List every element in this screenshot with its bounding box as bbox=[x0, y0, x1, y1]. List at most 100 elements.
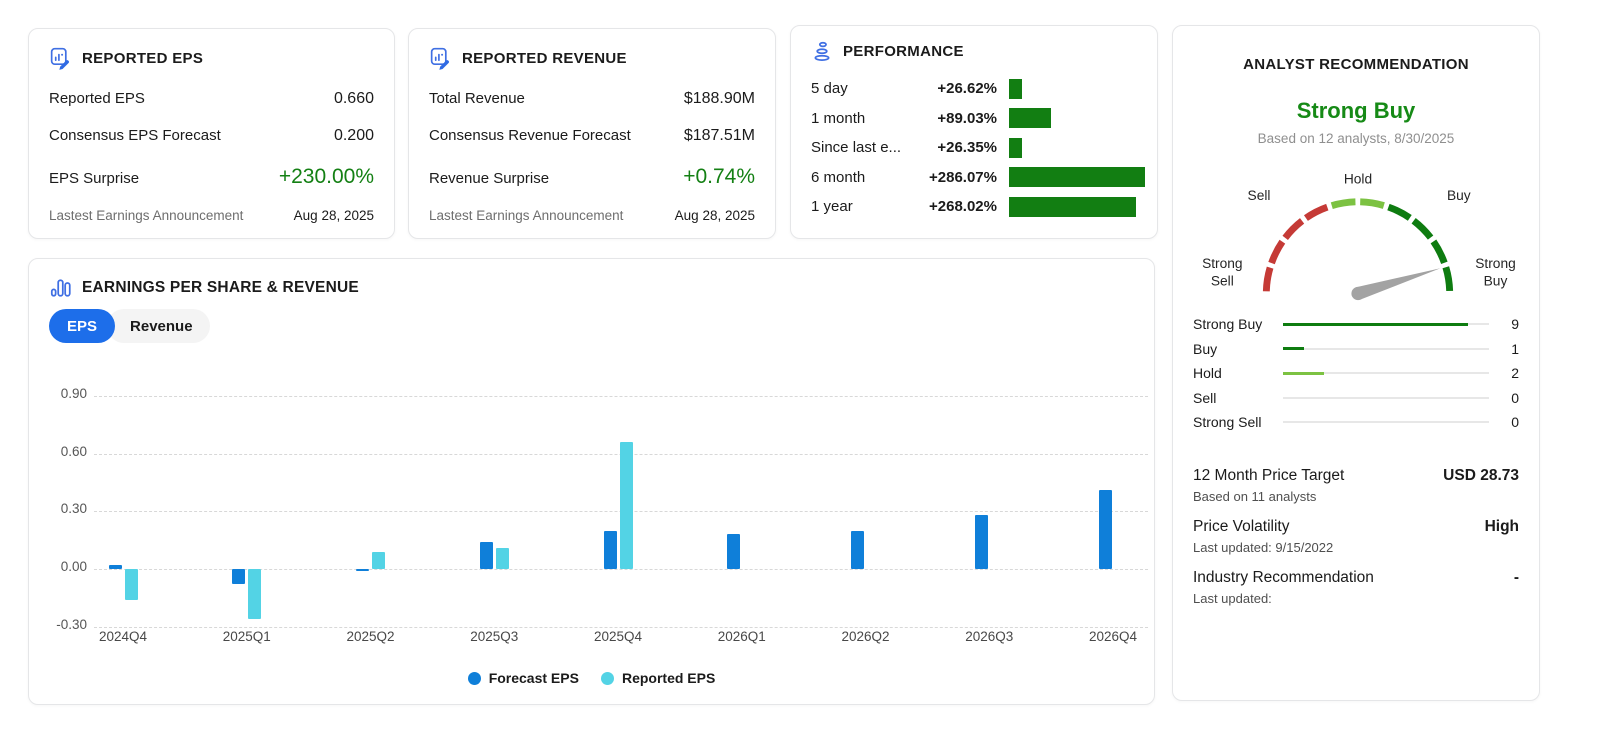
pencil-icon bbox=[59, 60, 69, 70]
gauge-needle bbox=[1356, 268, 1440, 300]
distribution-track bbox=[1283, 397, 1489, 399]
distribution-line bbox=[1283, 347, 1304, 350]
distribution-track bbox=[1283, 421, 1489, 423]
performance-bar bbox=[1009, 167, 1145, 187]
eps-surprise-value: +230.00% bbox=[279, 165, 374, 189]
card-title: REPORTED REVENUE bbox=[462, 50, 627, 67]
gauge-arc-segment bbox=[1266, 268, 1270, 292]
panel-title: ANALYST RECOMMENDATION bbox=[1193, 56, 1519, 73]
distribution-count: 2 bbox=[1501, 365, 1519, 381]
stat-row: Revenue Surprise +0.74% bbox=[429, 165, 755, 189]
forecast-eps-bar bbox=[975, 515, 988, 569]
stat-label: EPS Surprise bbox=[49, 170, 139, 187]
stat-row: Consensus Revenue Forecast $187.51M bbox=[429, 127, 755, 145]
gauge-arc-segment bbox=[1433, 241, 1444, 262]
analyst-metrics: 12 Month Price Target USD 28.73 Based on… bbox=[1193, 467, 1519, 606]
tab-revenue[interactable]: Revenue bbox=[107, 309, 210, 343]
metric-subtext: Last updated: bbox=[1193, 591, 1519, 606]
gauge-svg: Hold Sell Buy Strong Sell Strong Buy bbox=[1193, 156, 1523, 310]
performance-bar-track bbox=[1009, 138, 1145, 158]
x-axis-label: 2025Q2 bbox=[323, 629, 419, 644]
distribution-count: 0 bbox=[1501, 390, 1519, 406]
forecast-eps-dot bbox=[468, 672, 481, 685]
forecast-eps-bar bbox=[727, 534, 740, 569]
distribution-line bbox=[1283, 323, 1468, 326]
stat-row: Reported EPS 0.660 bbox=[49, 90, 374, 108]
metric-price-volatility: Price Volatility High Last updated: 9/15… bbox=[1193, 518, 1519, 555]
svg-text:Buy: Buy bbox=[1484, 273, 1508, 288]
legend-item-reported-eps: Reported EPS bbox=[601, 670, 715, 686]
reported-eps-bar bbox=[496, 548, 509, 569]
analyst-distribution: Strong Buy 9 Buy 1 Hold 2 Sell 0 Strong … bbox=[1193, 312, 1519, 435]
revenue-surprise-value: +0.74% bbox=[683, 165, 755, 189]
performance-card: PERFORMANCE 5 day +26.62% 1 month +89.03… bbox=[790, 25, 1158, 239]
performance-bar-track bbox=[1009, 167, 1145, 187]
stat-row: Consensus EPS Forecast 0.200 bbox=[49, 127, 374, 145]
distribution-line bbox=[1283, 372, 1324, 375]
gauge-label-strong-buy: Strong bbox=[1475, 256, 1516, 271]
stat-value: Aug 28, 2025 bbox=[294, 208, 374, 223]
report-chart-icon bbox=[49, 46, 72, 70]
stat-label: Reported EPS bbox=[49, 90, 145, 107]
metric-label: Price Volatility bbox=[1193, 518, 1289, 536]
x-axis-label: 2025Q4 bbox=[570, 629, 666, 644]
gauge-arc-segment bbox=[1414, 221, 1431, 238]
distribution-row: Hold 2 bbox=[1193, 361, 1519, 386]
svg-text:Sell: Sell bbox=[1211, 273, 1234, 288]
period-label: 1 year bbox=[811, 198, 913, 215]
period-label: Since last e... bbox=[811, 139, 913, 156]
tab-eps[interactable]: EPS bbox=[49, 309, 115, 343]
reported-eps-card: REPORTED EPS Reported EPS 0.660 Consensu… bbox=[28, 28, 395, 239]
reported-eps-bar bbox=[620, 442, 633, 569]
performance-row: Since last e... +26.35% bbox=[811, 133, 1145, 163]
performance-row: 1 month +89.03% bbox=[811, 104, 1145, 134]
forecast-eps-bar bbox=[109, 565, 122, 569]
stacked-discs-icon bbox=[811, 40, 833, 63]
metric-value: USD 28.73 bbox=[1443, 467, 1519, 485]
stat-value: 0.660 bbox=[334, 90, 374, 108]
card-title: PERFORMANCE bbox=[843, 43, 964, 60]
distribution-row: Strong Buy 9 bbox=[1193, 312, 1519, 337]
distribution-label: Strong Sell bbox=[1193, 414, 1281, 430]
gauge-arc-segment bbox=[1272, 242, 1283, 263]
chart-series-toggle: EPS Revenue bbox=[49, 309, 210, 343]
rating-value: Strong Buy bbox=[1193, 98, 1519, 124]
distribution-track bbox=[1283, 348, 1489, 350]
reported-eps-bar bbox=[372, 552, 385, 569]
y-tick-label: 0.90 bbox=[45, 386, 87, 401]
gauge-arc-segment bbox=[1285, 221, 1302, 238]
stat-row: Lastest Earnings Announcement Aug 28, 20… bbox=[429, 208, 755, 223]
gauge-arc-segment bbox=[1388, 207, 1409, 218]
reported-revenue-header: REPORTED REVENUE bbox=[429, 46, 755, 70]
metric-subtext: Last updated: 9/15/2022 bbox=[1193, 540, 1519, 555]
distribution-row: Sell 0 bbox=[1193, 386, 1519, 411]
legend-item-forecast-eps: Forecast EPS bbox=[468, 670, 579, 686]
x-axis-label: 2026Q3 bbox=[941, 629, 1037, 644]
stat-label: Total Revenue bbox=[429, 90, 525, 107]
metric-value: High bbox=[1485, 518, 1519, 536]
eps-chart-plot: 0.900.600.300.00-0.302024Q42025Q12025Q22… bbox=[45, 379, 1148, 679]
reported-eps-bar bbox=[248, 569, 261, 619]
stat-value: Aug 28, 2025 bbox=[675, 208, 755, 223]
metric-subtext: Based on 11 analysts bbox=[1193, 489, 1519, 504]
report-chart-icon bbox=[429, 46, 452, 70]
rating-subtitle: Based on 12 analysts, 8/30/2025 bbox=[1193, 131, 1519, 146]
legend-label: Reported EPS bbox=[622, 670, 715, 686]
distribution-label: Hold bbox=[1193, 365, 1281, 381]
performance-row: 5 day +26.62% bbox=[811, 74, 1145, 104]
metric-value: - bbox=[1514, 569, 1519, 587]
stat-value: $187.51M bbox=[684, 127, 755, 145]
gauge-needle-base bbox=[1351, 287, 1364, 300]
legend-label: Forecast EPS bbox=[489, 670, 579, 686]
grid-line bbox=[94, 627, 1148, 628]
grid-line bbox=[94, 396, 1148, 397]
bar-chart-icon bbox=[49, 277, 72, 299]
performance-bar-track bbox=[1009, 108, 1145, 128]
stat-row: Lastest Earnings Announcement Aug 28, 20… bbox=[49, 208, 374, 223]
distribution-count: 0 bbox=[1501, 414, 1519, 430]
forecast-eps-bar bbox=[604, 531, 617, 569]
metric-industry-recommendation: Industry Recommendation - Last updated: bbox=[1193, 569, 1519, 606]
recommendation-gauge: Hold Sell Buy Strong Sell Strong Buy bbox=[1193, 156, 1523, 310]
period-label: 1 month bbox=[811, 110, 913, 127]
stat-row: Total Revenue $188.90M bbox=[429, 90, 755, 108]
